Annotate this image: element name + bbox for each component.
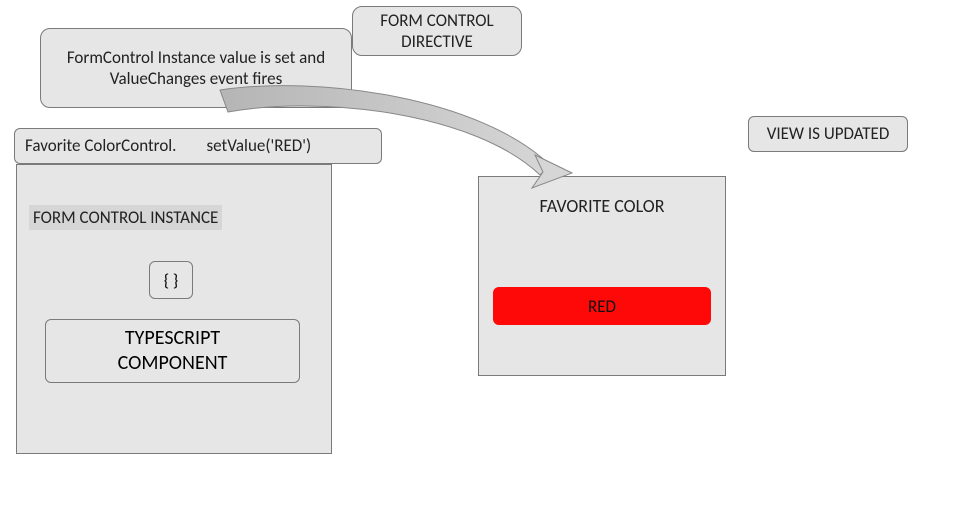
right-panel: FAVORITE COLOR RED bbox=[478, 176, 726, 376]
typescript-component-box: TYPESCRIPT COMPONENT bbox=[45, 319, 300, 383]
favorite-color-value-bar: RED bbox=[493, 287, 711, 325]
form-control-directive-text: FORM CONTROL DIRECTIVE bbox=[367, 10, 507, 53]
form-control-directive-box: FORM CONTROL DIRECTIVE bbox=[352, 6, 522, 56]
left-panel: FORM CONTROL INSTANCE { } TYPESCRIPT COM… bbox=[16, 164, 332, 454]
curly-braces-box: { } bbox=[149, 261, 193, 299]
setvalue-box: Favorite ColorControl. setValue('RED') bbox=[14, 128, 382, 164]
curly-braces-text: { } bbox=[164, 270, 179, 291]
top-description-text: FormControl Instance value is set and Va… bbox=[55, 47, 337, 90]
favorite-color-title: FAVORITE COLOR bbox=[479, 195, 725, 217]
setvalue-left-text: Favorite ColorControl. bbox=[25, 135, 176, 156]
view-updated-box: VIEW IS UPDATED bbox=[748, 116, 908, 152]
typescript-line2: COMPONENT bbox=[46, 351, 299, 376]
form-control-instance-text: FORM CONTROL INSTANCE bbox=[33, 207, 218, 228]
top-description-box: FormControl Instance value is set and Va… bbox=[40, 28, 352, 108]
typescript-line1: TYPESCRIPT bbox=[46, 326, 299, 351]
form-control-instance-label: FORM CONTROL INSTANCE bbox=[29, 205, 222, 230]
view-updated-text: VIEW IS UPDATED bbox=[767, 123, 890, 144]
setvalue-right-text: setValue('RED') bbox=[206, 135, 311, 156]
favorite-color-title-text: FAVORITE COLOR bbox=[540, 195, 665, 217]
favorite-color-value-text: RED bbox=[588, 296, 616, 317]
